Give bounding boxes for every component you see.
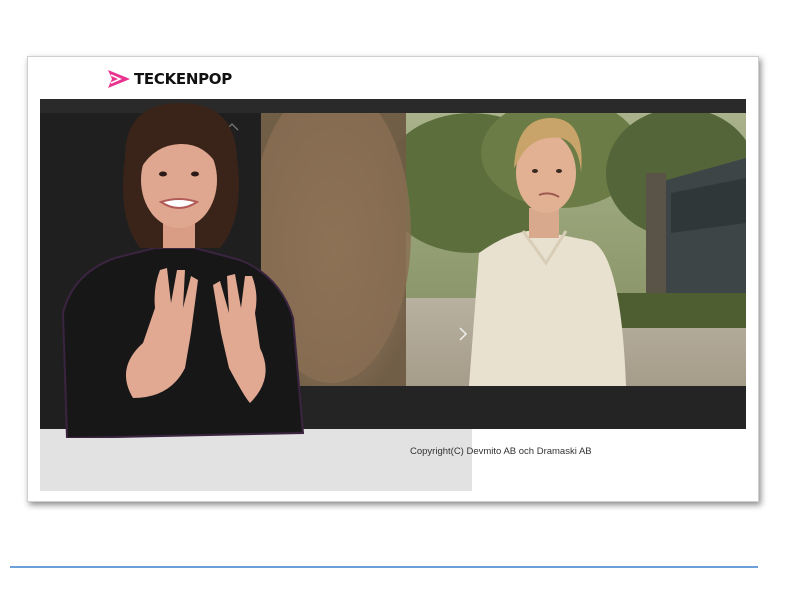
video-frame[interactable] bbox=[261, 113, 746, 386]
sign-language-interpreter bbox=[61, 103, 305, 438]
brand-name: TECKENPOP bbox=[134, 70, 232, 88]
brand-logo[interactable]: TECKENPOP bbox=[106, 67, 232, 91]
chevron-right-icon[interactable] bbox=[458, 327, 468, 341]
player-controls-bar bbox=[261, 386, 746, 429]
play-logo-icon bbox=[108, 70, 130, 88]
section-divider bbox=[10, 566, 758, 568]
interpreter-backdrop bbox=[40, 429, 472, 491]
video-scene bbox=[261, 113, 746, 386]
copyright-text: Copyright(C) Devmito AB och Dramaski AB bbox=[410, 446, 592, 457]
